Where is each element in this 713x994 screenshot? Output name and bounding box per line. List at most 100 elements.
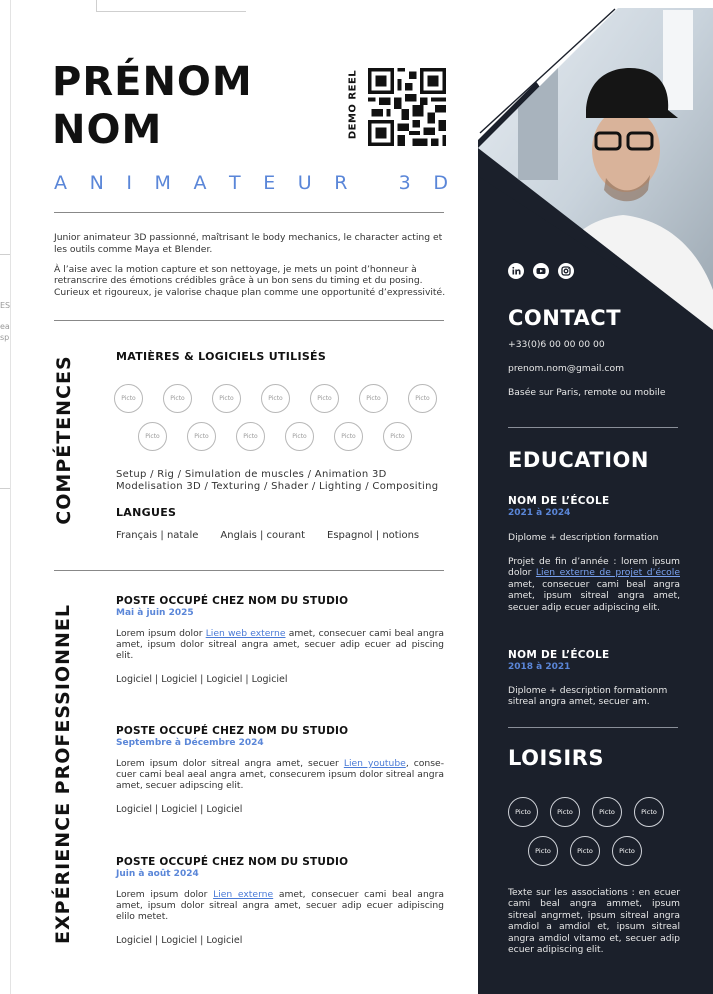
hobbies-text: Texte sur les associations : en ecuer ca… <box>508 887 680 956</box>
job-title-letter: R <box>334 172 348 194</box>
contact-title: CONTACT <box>508 306 622 330</box>
divider <box>54 320 444 321</box>
sidebar-divider <box>508 727 678 728</box>
picto-icon: Picto <box>612 836 642 866</box>
divider <box>54 212 444 213</box>
experience-position: POSTE OCCUPÉ CHEZ NOM DU STUDIO <box>116 856 349 868</box>
experience-dates: Septembre à Décembre 2024 <box>116 738 264 748</box>
job-title-letter: A <box>193 172 207 194</box>
skills-list: Setup / Rig / Simulation de muscles / An… <box>116 469 456 493</box>
picto-icon: Picto <box>334 422 363 451</box>
instagram-icon[interactable] <box>558 263 574 279</box>
intro-paragraph: Junior animateur 3D passionné, maîtrisan… <box>54 232 443 255</box>
experience-item: POSTE OCCUPÉ CHEZ NOM DU STUDIO Juin à a… <box>116 856 444 946</box>
edge-fragment: ea <box>0 322 10 331</box>
skills-line: Setup / Rig / Simulation de muscles / An… <box>116 469 387 480</box>
contact-location: Basée sur Paris, remote ou mobile <box>508 387 666 398</box>
edge-line-top-h <box>96 11 246 12</box>
picto-icon: Picto <box>261 384 290 413</box>
intro-text: Junior animateur 3D passionné, maîtrisan… <box>54 232 446 307</box>
qr-label-text: DEMO REEL <box>347 69 359 140</box>
picto-icon: Picto <box>528 836 558 866</box>
job-title-letter <box>370 172 376 194</box>
experience-software: Logiciel | Logiciel | Logiciel | Logicie… <box>116 673 288 685</box>
edge-line-mid2 <box>0 488 10 489</box>
experience-dates: Mai à juin 2025 <box>116 608 194 618</box>
education-title: EDUCATION <box>508 448 649 472</box>
languages-list: Français | natale Anglais | courant Espa… <box>116 530 419 541</box>
school-years: 2021 à 2024 <box>508 508 571 518</box>
experience-item: POSTE OCCUPÉ CHEZ NOM DU STUDIO Mai à ju… <box>116 595 444 685</box>
picto-icon: Picto <box>212 384 241 413</box>
school-project-link[interactable]: Lien externe de projet d’école <box>536 567 680 578</box>
experience-description: Lorem ipsum dolor Lien web externe amet,… <box>116 628 444 662</box>
job-title: ANIMATEUR 3D <box>54 172 448 194</box>
picto-icon: Picto <box>592 797 622 827</box>
edge-line-mid <box>0 254 10 255</box>
picto-icon: Picto <box>285 422 314 451</box>
youtube-icon[interactable] <box>533 263 549 279</box>
job-title-letter: N <box>89 172 104 194</box>
job-title-letter: E <box>263 172 276 194</box>
picto-icon: Picto <box>359 384 388 413</box>
picto-icon: Picto <box>187 422 216 451</box>
picto-icon: Picto <box>634 797 664 827</box>
edge-fragment: ES <box>0 301 11 310</box>
social-links <box>508 263 574 279</box>
intro-paragraph: À l’aise avec la motion capture et son n… <box>54 263 446 299</box>
profile-photo <box>478 0 713 330</box>
experience-software: Logiciel | Logiciel | Logiciel <box>116 934 243 946</box>
tools-heading: MATIÈRES & LOGICIELS UTILISÉS <box>116 350 327 363</box>
school-degree: Diplome + description formation <box>508 532 659 543</box>
experience-position: POSTE OCCUPÉ CHEZ NOM DU STUDIO <box>116 595 349 607</box>
experience-item: POSTE OCCUPÉ CHEZ NOM DU STUDIO Septembr… <box>116 725 444 815</box>
language-item: Français | natale <box>116 530 199 541</box>
last-name: NOM <box>52 107 163 153</box>
picto-icon: Picto <box>550 797 580 827</box>
contact-email[interactable]: prenom.nom@gmail.com <box>508 363 680 374</box>
picto-icon: Picto <box>236 422 265 451</box>
external-link[interactable]: Lien externe <box>213 889 273 900</box>
edge-line-left <box>10 0 11 994</box>
youtube-link[interactable]: Lien youtube <box>344 758 406 769</box>
first-name: PRÉNOM <box>52 59 253 105</box>
job-title-letter: U <box>297 172 312 194</box>
picto-icon: Picto <box>163 384 192 413</box>
job-title-letter: D <box>433 172 448 194</box>
picto-icon: Picto <box>138 422 167 451</box>
school-years: 2018 à 2021 <box>508 662 571 672</box>
school-name: NOM DE L’ÉCOLE <box>508 495 610 507</box>
skills-line: Modelisation 3D / Texturing / Shader / L… <box>116 481 439 492</box>
picto-icon: Picto <box>114 384 143 413</box>
picto-icon: Picto <box>310 384 339 413</box>
divider <box>54 570 444 571</box>
school-entry: NOM DE L’ÉCOLE 2018 à 2021 <box>508 649 610 672</box>
experience-description: Lorem ipsum dolor Lien externe amet, con… <box>116 889 444 923</box>
linkedin-icon[interactable] <box>508 263 524 279</box>
job-title-letter: A <box>54 172 67 194</box>
full-name: PRÉNOM NOM <box>52 58 253 154</box>
language-item: Anglais | courant <box>220 530 305 541</box>
picto-icon: Picto <box>383 422 412 451</box>
picto-icon: Picto <box>408 384 437 413</box>
job-title-letter: 3 <box>398 172 411 194</box>
qr-label: DEMO REEL <box>344 70 362 146</box>
picto-icon: Picto <box>570 836 600 866</box>
skills-title: COMPÉTENCES <box>53 355 75 525</box>
language-item: Espagnol | notions <box>327 530 420 541</box>
experience-description: Lorem ipsum dolor sitreal angra amet, se… <box>116 758 445 792</box>
languages-heading: LANGUES <box>116 506 177 519</box>
job-title-letter: I <box>126 172 132 194</box>
experience-software: Logiciel | Logiciel | Logiciel <box>116 803 243 815</box>
school-entry: NOM DE L’ÉCOLE 2021 à 2024 <box>508 495 610 518</box>
job-title-letter: M <box>154 172 171 194</box>
contact-phone[interactable]: +33(0)6 00 00 00 00 <box>508 339 680 350</box>
external-link[interactable]: Lien web externe <box>206 628 286 639</box>
experience-position: POSTE OCCUPÉ CHEZ NOM DU STUDIO <box>116 725 349 737</box>
job-title-letter: T <box>229 172 241 194</box>
qr-code-icon[interactable] <box>368 68 446 146</box>
school-name: NOM DE L’ÉCOLE <box>508 649 610 661</box>
hobbies-title: LOISIRS <box>508 746 605 770</box>
edge-fragment: sp <box>0 333 10 342</box>
experience-title: EXPÉRIENCE PROFESSIONNEL <box>52 604 74 944</box>
